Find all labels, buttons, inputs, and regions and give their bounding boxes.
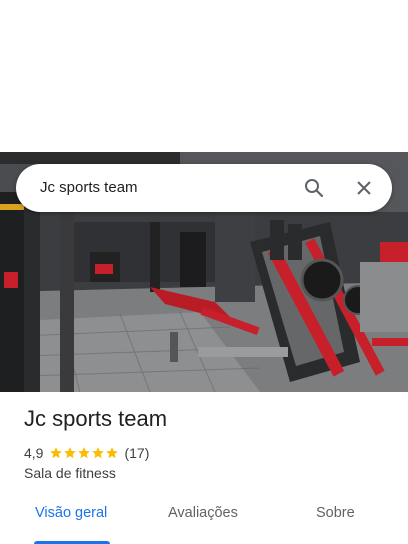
place-tabs: Visão geral Avaliações Sobre [0,495,408,544]
star-rating [49,446,119,460]
search-input[interactable]: Jc sports team [40,179,138,196]
star-icon [78,447,91,459]
place-category: Sala de fitness [24,465,116,481]
search-bar[interactable]: Jc sports team [16,164,392,212]
rating-row[interactable]: 4,9 (17) [24,445,149,461]
place-title: Jc sports team [24,406,168,431]
close-icon[interactable] [352,176,376,200]
search-icon[interactable] [302,176,326,200]
review-count[interactable]: (17) [124,445,149,461]
star-icon [92,447,105,459]
tab-overview[interactable]: Visão geral [35,505,107,521]
tab-about[interactable]: Sobre [316,505,355,521]
rating-value: 4,9 [24,445,44,461]
star-icon [106,447,119,459]
star-icon [50,447,63,459]
tab-reviews[interactable]: Avaliações [168,505,238,521]
map-area-blank [0,0,408,152]
star-icon [64,447,77,459]
place-info-panel: Jc sports team 4,9 (17) Sala de fitness … [0,392,408,544]
